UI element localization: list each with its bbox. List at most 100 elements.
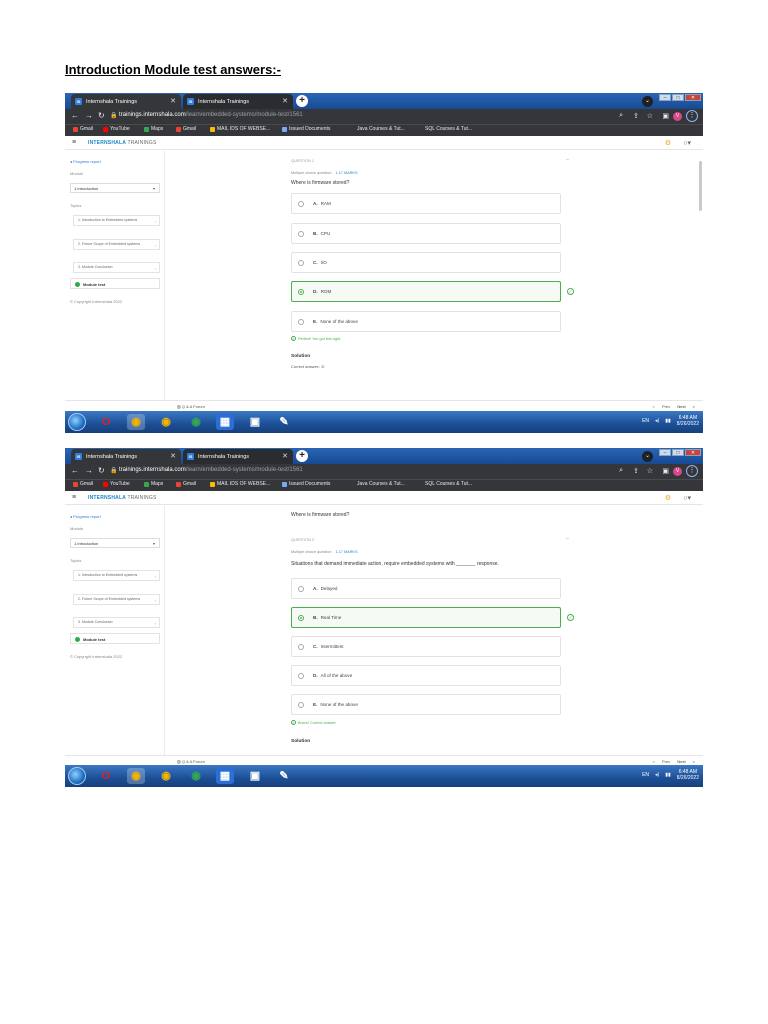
- volume-icon[interactable]: ◂): [655, 418, 659, 424]
- bookmark-sql-courses[interactable]: SQL Courses & Tut...: [425, 481, 472, 487]
- profile-avatar[interactable]: V: [673, 112, 682, 121]
- bookmark-java-courses[interactable]: Java Courses & Tut...: [357, 126, 405, 132]
- bookmark-mail-ids[interactable]: MAIL IDS OF WEBSE...: [210, 481, 270, 487]
- bookmark-maps[interactable]: Maps: [144, 126, 163, 132]
- progress-report-link[interactable]: ◂ Progress report: [70, 514, 101, 519]
- lock-icon[interactable]: 🔒: [110, 112, 117, 119]
- media-player-icon[interactable]: ▦: [216, 414, 234, 430]
- media-player-icon[interactable]: ▦: [216, 768, 234, 784]
- chrome-icon[interactable]: ◉: [187, 414, 205, 430]
- bookmark-issued-documents[interactable]: Issued Documents: [282, 126, 330, 132]
- browser-tab[interactable]: IS Internshala Trainings ✕: [71, 449, 181, 464]
- bookmark-gmail[interactable]: Gmail: [176, 126, 196, 132]
- clock[interactable]: 6:48 AM 8/26/2022: [677, 769, 699, 781]
- collapse-icon[interactable]: –: [566, 536, 569, 542]
- bookmark-sql-courses[interactable]: SQL Courses & Tut...: [425, 126, 472, 132]
- sidebar-module-test[interactable]: Module test: [70, 278, 160, 289]
- answer-option[interactable]: C. I/O: [291, 252, 561, 273]
- rewards-icon[interactable]: ⚙: [665, 494, 671, 502]
- paint-icon[interactable]: ✎: [275, 768, 293, 784]
- back-arrow-icon[interactable]: ←: [71, 111, 79, 120]
- browser-tab[interactable]: IS Internshala Trainings ✕: [183, 449, 293, 464]
- bookmark-mail-ids[interactable]: MAIL IDS OF WEBSE...: [210, 126, 270, 132]
- sidebar-module-test[interactable]: Module test: [70, 633, 160, 644]
- forward-arrow-icon[interactable]: →: [85, 111, 93, 120]
- answer-option[interactable]: C. Intermittent: [291, 636, 561, 657]
- qa-forum-link[interactable]: ▨ Q & A Forum: [177, 404, 205, 409]
- bookmark-star-icon[interactable]: ☆: [647, 112, 653, 120]
- answer-option[interactable]: E. None of the above: [291, 311, 561, 332]
- window-close-button[interactable]: ✕: [685, 94, 701, 101]
- forward-arrow-icon[interactable]: →: [85, 466, 93, 475]
- radio-button[interactable]: [298, 201, 304, 207]
- radio-button[interactable]: [298, 319, 304, 325]
- answer-option-selected[interactable]: B. Real Time: [291, 607, 561, 628]
- sidebar-topic[interactable]: 2. Future Scope of Embedded systems ›: [73, 239, 160, 250]
- answer-option[interactable]: D. All of the above: [291, 665, 561, 686]
- side-panel-icon[interactable]: ▣: [662, 112, 669, 120]
- next-button[interactable]: Next >: [677, 404, 695, 409]
- answer-option[interactable]: E. None of the above: [291, 694, 561, 715]
- radio-button-selected[interactable]: [298, 289, 304, 295]
- bookmark-gmail[interactable]: Gmail: [73, 126, 93, 132]
- bookmark-java-courses[interactable]: Java Courses & Tut...: [357, 481, 405, 487]
- more-menu-icon[interactable]: ⋮: [686, 110, 698, 122]
- close-icon[interactable]: ✕: [282, 452, 288, 460]
- share-icon[interactable]: ⇪: [633, 467, 639, 475]
- photos-icon[interactable]: ▣: [246, 414, 264, 430]
- close-icon[interactable]: ✕: [282, 97, 288, 105]
- next-button[interactable]: Next >: [677, 759, 695, 764]
- clock[interactable]: 6:48 AM 8/26/2022: [677, 415, 699, 427]
- minimize-button[interactable]: –: [659, 449, 671, 456]
- reload-icon[interactable]: ↻: [98, 111, 105, 120]
- answer-option-selected[interactable]: D. ROM: [291, 281, 561, 302]
- opera-icon[interactable]: O: [97, 768, 115, 784]
- photos-icon[interactable]: ▣: [246, 768, 264, 784]
- module-select[interactable]: 1.Introduction ▾: [70, 183, 160, 193]
- tab-search-icon[interactable]: ⌄: [642, 451, 653, 462]
- bookmark-issued-documents[interactable]: Issued Documents: [282, 481, 330, 487]
- bookmark-youtube[interactable]: YouTube: [103, 126, 130, 132]
- qa-forum-link[interactable]: ▨ Q & A Forum: [177, 759, 205, 764]
- url-field[interactable]: trainings.internshala.com/learn/embedded…: [119, 112, 303, 118]
- radio-button[interactable]: [298, 231, 304, 237]
- language-indicator[interactable]: EN: [642, 418, 649, 424]
- sidebar-topic[interactable]: 3. Module Conclusion ›: [73, 617, 160, 628]
- radio-button[interactable]: [298, 644, 304, 650]
- chrome-icon[interactable]: ◉: [157, 768, 175, 784]
- bookmark-gmail[interactable]: Gmail: [176, 481, 196, 487]
- close-icon[interactable]: ✕: [170, 97, 176, 105]
- sidebar-topic[interactable]: 1. Introduction to Embedded systems ›: [73, 570, 160, 581]
- sidebar-topic[interactable]: 1. Introduction to Embedded systems ›: [73, 215, 160, 226]
- tab-search-icon[interactable]: ⌄: [642, 96, 653, 107]
- new-tab-button[interactable]: +: [296, 95, 308, 107]
- profile-avatar[interactable]: V: [673, 467, 682, 476]
- bookmark-star-icon[interactable]: ☆: [647, 467, 653, 475]
- sidebar-topic[interactable]: 3. Module Conclusion ›: [73, 262, 160, 273]
- start-button[interactable]: [68, 767, 86, 785]
- side-panel-icon[interactable]: ▣: [662, 467, 669, 475]
- internshala-logo[interactable]: INTERNSHALA TRAININGS: [88, 140, 156, 146]
- paint-icon[interactable]: ✎: [275, 414, 293, 430]
- volume-icon[interactable]: ◂): [655, 772, 659, 778]
- menu-icon[interactable]: ≡: [72, 494, 76, 501]
- sidebar-topic[interactable]: 2. Future Scope of Embedded systems ›: [73, 594, 160, 605]
- url-field[interactable]: trainings.internshala.com/learn/embedded…: [119, 467, 303, 473]
- window-close-button[interactable]: ✕: [685, 449, 701, 456]
- answer-option[interactable]: A. Delayed: [291, 578, 561, 599]
- more-menu-icon[interactable]: ⋮: [686, 465, 698, 477]
- search-icon[interactable]: ⌕: [619, 112, 623, 120]
- radio-button-selected[interactable]: [298, 615, 304, 621]
- radio-button[interactable]: [298, 586, 304, 592]
- language-indicator[interactable]: EN: [642, 772, 649, 778]
- minimize-button[interactable]: –: [659, 94, 671, 101]
- start-button[interactable]: [68, 413, 86, 431]
- module-select[interactable]: 1.Introduction ▾: [70, 538, 160, 548]
- rewards-icon[interactable]: ⚙: [665, 139, 671, 147]
- share-icon[interactable]: ⇪: [633, 112, 639, 120]
- chrome-icon[interactable]: ◉: [127, 768, 145, 784]
- bookmark-youtube[interactable]: YouTube: [103, 481, 130, 487]
- network-icon[interactable]: ▮▮: [665, 772, 671, 778]
- radio-button[interactable]: [298, 260, 304, 266]
- browser-tab[interactable]: IS Internshala Trainings ✕: [183, 94, 293, 109]
